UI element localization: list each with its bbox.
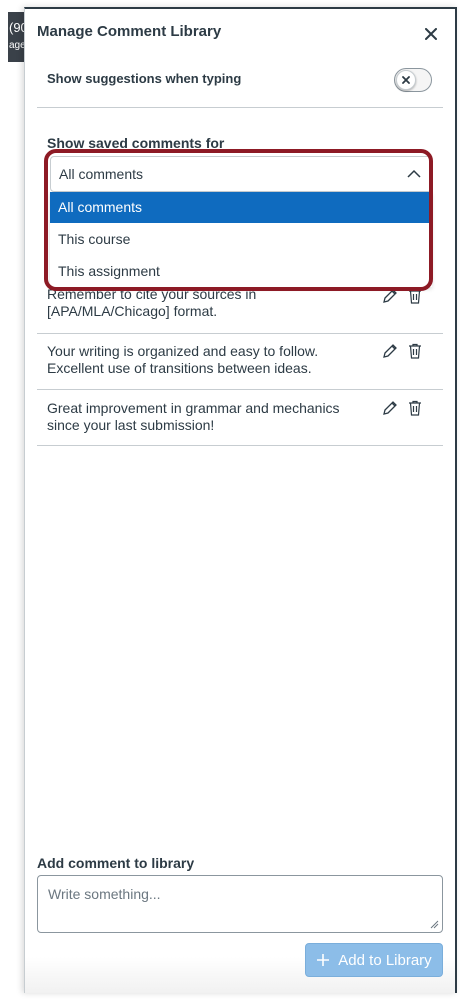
divider — [37, 389, 443, 390]
filter-option-all-comments[interactable]: All comments — [50, 192, 432, 223]
window-top-edge — [0, 0, 460, 6]
divider — [37, 333, 443, 334]
filter-label: Show saved comments for — [47, 135, 225, 151]
comment-item: Remember to cite your sources in [APA/ML… — [37, 286, 443, 332]
add-comment-input[interactable] — [37, 875, 443, 933]
suggestions-label: Show suggestions when typing — [47, 71, 242, 86]
comment-text: Remember to cite your sources in [APA/ML… — [47, 286, 257, 319]
add-to-library-button[interactable]: Add to Library — [305, 943, 443, 977]
pencil-icon[interactable] — [382, 288, 398, 304]
toggle-off-icon — [402, 76, 410, 84]
comment-text: Great improvement in grammar and mechani… — [47, 400, 340, 433]
add-comment-label: Add comment to library — [37, 855, 195, 871]
trash-icon[interactable] — [407, 343, 423, 359]
pencil-icon[interactable] — [382, 400, 398, 416]
plus-icon — [317, 954, 330, 966]
close-icon — [425, 28, 437, 40]
close-button[interactable] — [422, 25, 440, 43]
resize-handle-icon[interactable] — [430, 920, 439, 929]
comment-filter-select[interactable]: All comments — [50, 156, 432, 192]
trash-icon[interactable] — [407, 288, 423, 304]
filter-option-this-course[interactable]: This course — [50, 224, 432, 255]
filter-selected-value: All comments — [59, 166, 144, 182]
comment-item: Your writing is organized and easy to fo… — [37, 343, 443, 389]
toggle-knob — [396, 70, 416, 90]
filter-dropdown-menu: All comments This course This assignment — [50, 192, 432, 287]
divider — [37, 107, 443, 108]
chevron-up-icon — [407, 169, 421, 178]
comment-library-panel: Manage Comment Library Show suggestions … — [24, 7, 457, 993]
filter-option-this-assignment[interactable]: This assignment — [50, 256, 432, 287]
panel-title: Manage Comment Library — [37, 23, 222, 40]
divider — [37, 445, 443, 446]
pencil-icon[interactable] — [382, 343, 398, 359]
add-to-library-label: Add to Library — [338, 951, 432, 969]
comment-text: Your writing is organized and easy to fo… — [47, 343, 319, 376]
trash-icon[interactable] — [407, 400, 423, 416]
comment-item: Great improvement in grammar and mechani… — [37, 400, 443, 446]
suggestions-toggle[interactable] — [394, 68, 432, 92]
